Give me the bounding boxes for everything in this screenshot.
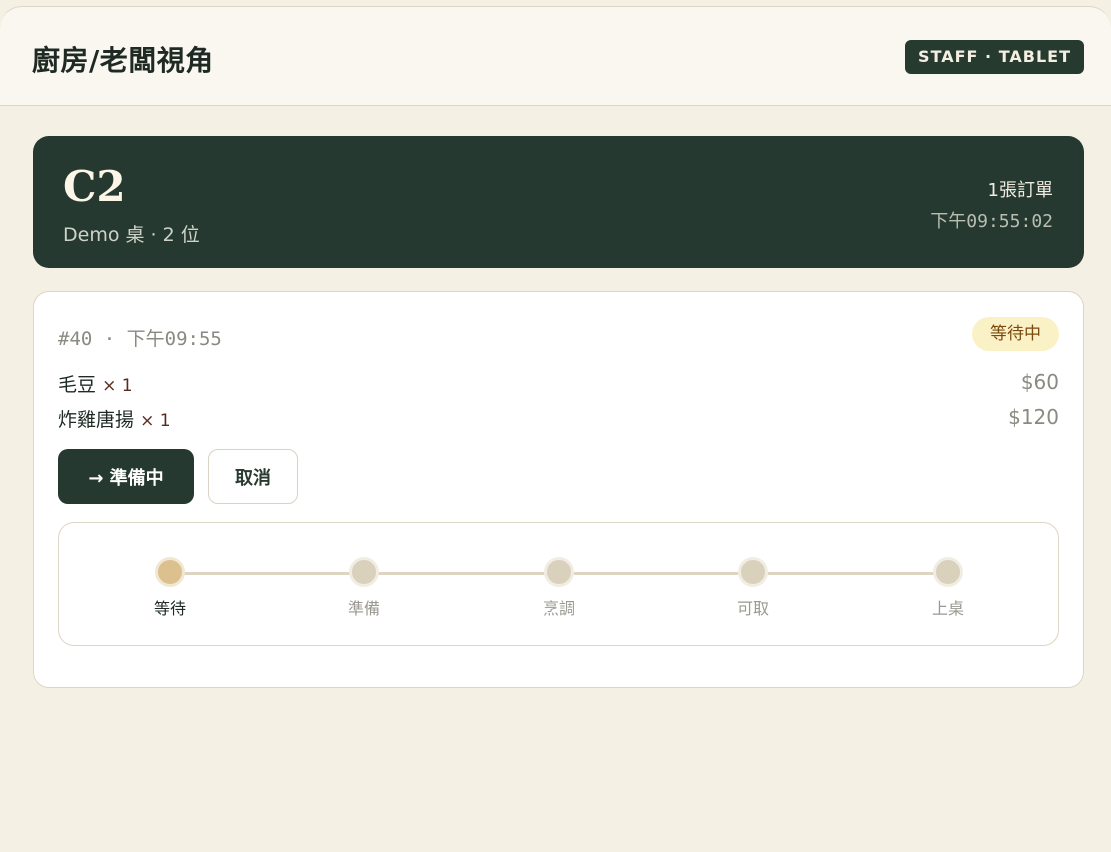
status-badge: 等待中	[972, 317, 1059, 351]
cancel-button[interactable]: 取消	[208, 449, 298, 504]
step-label: 上桌	[931, 599, 964, 618]
item-qty: × 1	[140, 411, 171, 431]
item-name: 炸雞唐揚 × 1	[58, 409, 171, 431]
progress-tracker: 等待 準備 烹調 可取 上桌	[58, 522, 1059, 646]
staff-tablet-badge: STAFF · TABLET	[905, 40, 1084, 74]
order-meta: #40 · 下午09:55	[58, 328, 222, 350]
item-price: $120	[1008, 405, 1059, 429]
step-waiting: 等待	[130, 557, 210, 619]
table-code: C2	[63, 162, 126, 211]
step-dot	[155, 557, 185, 587]
item-price: $60	[1020, 370, 1059, 394]
step-dot	[933, 557, 963, 587]
banner-time: 下午09:55:02	[930, 211, 1053, 232]
step-dot	[544, 557, 574, 587]
step-label: 等待	[153, 599, 186, 618]
step-ready: 可取	[713, 557, 793, 619]
table-subtitle: Demo 桌 · 2 位	[63, 224, 200, 246]
order-count: 1張訂單	[987, 180, 1053, 201]
list-item: 炸雞唐揚 × 1 $120	[58, 405, 1059, 435]
item-qty: × 1	[102, 376, 133, 396]
app-header: 廚房/老闆視角 STAFF · TABLET	[0, 6, 1111, 106]
order-card: #40 · 下午09:55 等待中 毛豆 × 1 $60 炸雞唐揚 × 1 $1…	[33, 291, 1084, 688]
step-served: 上桌	[908, 557, 988, 619]
table-banner: C2 Demo 桌 · 2 位 1張訂單 下午09:55:02	[33, 136, 1084, 268]
step-label: 準備	[347, 599, 380, 618]
step-preparing: 準備	[324, 557, 404, 619]
step-dot	[738, 557, 768, 587]
step-cooking: 烹調	[519, 557, 599, 619]
step-label: 烹調	[542, 599, 575, 618]
list-item: 毛豆 × 1 $60	[58, 370, 1059, 400]
step-dot	[349, 557, 379, 587]
item-name: 毛豆 × 1	[58, 374, 133, 396]
advance-status-button[interactable]: → 準備中	[58, 449, 194, 504]
step-label: 可取	[736, 599, 769, 618]
page-title: 廚房/老闆視角	[32, 44, 214, 77]
